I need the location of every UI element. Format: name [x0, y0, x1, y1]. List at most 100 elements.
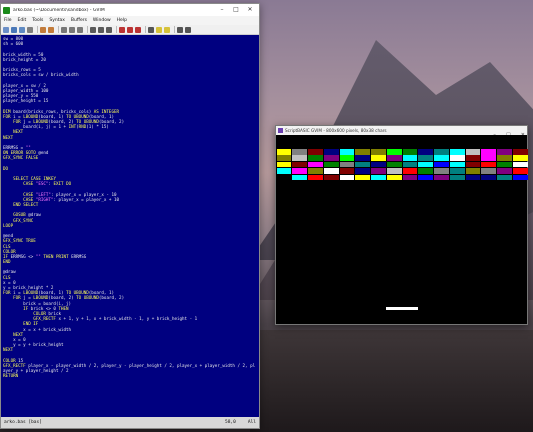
brick — [512, 155, 528, 161]
window-controls: – □ ✕ — [215, 4, 257, 16]
brick — [402, 155, 418, 161]
game-app-icon — [278, 128, 283, 133]
code-line[interactable]: RETURN — [3, 373, 257, 378]
gvim-window-title: arko.bas (~\Documents\sandbox) - GVIM — [13, 7, 105, 13]
brick — [449, 161, 465, 168]
status-filename: arko.bas [bas] — [4, 420, 42, 425]
jump-tag-icon[interactable] — [164, 26, 170, 33]
brick — [449, 174, 465, 181]
brick — [386, 149, 402, 155]
player-paddle — [386, 307, 418, 310]
brick — [308, 161, 323, 168]
brick — [339, 168, 355, 174]
brick — [434, 168, 449, 174]
save-session-icon[interactable] — [127, 26, 133, 33]
find-replace-icon[interactable] — [90, 26, 96, 33]
brick — [276, 161, 292, 168]
menu-window[interactable]: Window — [93, 18, 111, 23]
game-playfield[interactable] — [276, 135, 528, 324]
brick — [308, 155, 323, 161]
brick — [371, 155, 386, 161]
make-icon[interactable] — [148, 26, 154, 33]
ground-shape — [250, 330, 533, 432]
brick — [323, 168, 339, 174]
brick — [371, 161, 386, 168]
status-line: arko.bas [bas] 58,0 All — [1, 417, 259, 428]
brick — [449, 149, 465, 155]
brick — [276, 149, 292, 155]
brick — [355, 174, 370, 181]
brick — [339, 161, 355, 168]
brick — [465, 168, 481, 174]
menu-help[interactable]: Help — [117, 18, 127, 23]
brick — [386, 155, 402, 161]
print-icon[interactable] — [27, 26, 33, 33]
brick — [323, 161, 339, 168]
menu-file[interactable]: File — [4, 18, 12, 23]
copy-icon[interactable] — [69, 26, 75, 33]
find-prev-icon[interactable] — [106, 26, 112, 33]
brick — [481, 155, 496, 161]
find-next-icon[interactable] — [98, 26, 104, 33]
help-icon[interactable] — [177, 26, 183, 33]
redo-icon[interactable] — [48, 26, 54, 33]
brick — [512, 161, 528, 168]
run-ctags-icon[interactable] — [156, 26, 162, 33]
menu-buffers[interactable]: Buffers — [71, 18, 87, 23]
brick — [292, 155, 307, 161]
brick — [355, 161, 370, 168]
brick — [449, 168, 465, 174]
menu-edit[interactable]: Edit — [18, 18, 27, 23]
save-all-icon[interactable] — [19, 26, 25, 33]
code-editor[interactable]: sw = 800 sh = 600 brick_width = 50 brick_he… — [1, 35, 259, 417]
brick — [339, 155, 355, 161]
brick — [371, 174, 386, 181]
brick — [418, 174, 433, 181]
brick — [276, 168, 292, 174]
toolbar-separator — [145, 26, 146, 33]
brick — [418, 168, 433, 174]
brick — [434, 174, 449, 181]
brick — [371, 168, 386, 174]
game-titlebar[interactable]: ScriptBASIC GVIM - 800x600 pixels, 80x38… — [276, 126, 527, 138]
menu-syntax[interactable]: Syntax — [49, 18, 65, 23]
brick — [497, 149, 512, 155]
gvim-window[interactable]: arko.bas (~\Documents\sandbox) - GVIM – … — [0, 3, 260, 429]
find-help-icon[interactable] — [185, 26, 191, 33]
game-window[interactable]: ScriptBASIC GVIM - 800x600 pixels, 80x38… — [275, 125, 528, 325]
undo-icon[interactable] — [40, 26, 46, 33]
brick — [308, 174, 323, 181]
brick — [434, 155, 449, 161]
minimize-icon[interactable]: – — [215, 4, 229, 16]
brick — [497, 174, 512, 181]
paste-icon[interactable] — [77, 26, 83, 33]
close-icon[interactable]: ✕ — [243, 4, 257, 16]
brick — [402, 168, 418, 174]
brick — [339, 149, 355, 155]
brick — [449, 155, 465, 161]
toolbar-separator — [174, 26, 175, 33]
toolbar-separator — [37, 26, 38, 33]
brick — [323, 149, 339, 155]
brick — [481, 168, 496, 174]
gvim-toolbar — [1, 25, 259, 35]
brick — [481, 161, 496, 168]
status-cursor-position: 58,0 — [225, 420, 236, 425]
save-icon[interactable] — [11, 26, 17, 33]
cut-icon[interactable] — [61, 26, 67, 33]
brick — [418, 161, 433, 168]
brick — [512, 174, 528, 181]
brick — [418, 155, 433, 161]
load-session-icon[interactable] — [119, 26, 125, 33]
brick — [339, 174, 355, 181]
brick — [386, 168, 402, 174]
run-script-icon[interactable] — [135, 26, 141, 33]
gvim-titlebar[interactable]: arko.bas (~\Documents\sandbox) - GVIM – … — [1, 4, 259, 16]
menu-tools[interactable]: Tools — [32, 18, 43, 23]
brick — [402, 149, 418, 155]
open-file-icon[interactable] — [3, 26, 9, 33]
brick — [402, 161, 418, 168]
maximize-icon[interactable]: □ — [229, 4, 243, 16]
brick — [386, 174, 402, 181]
brick — [481, 174, 496, 181]
